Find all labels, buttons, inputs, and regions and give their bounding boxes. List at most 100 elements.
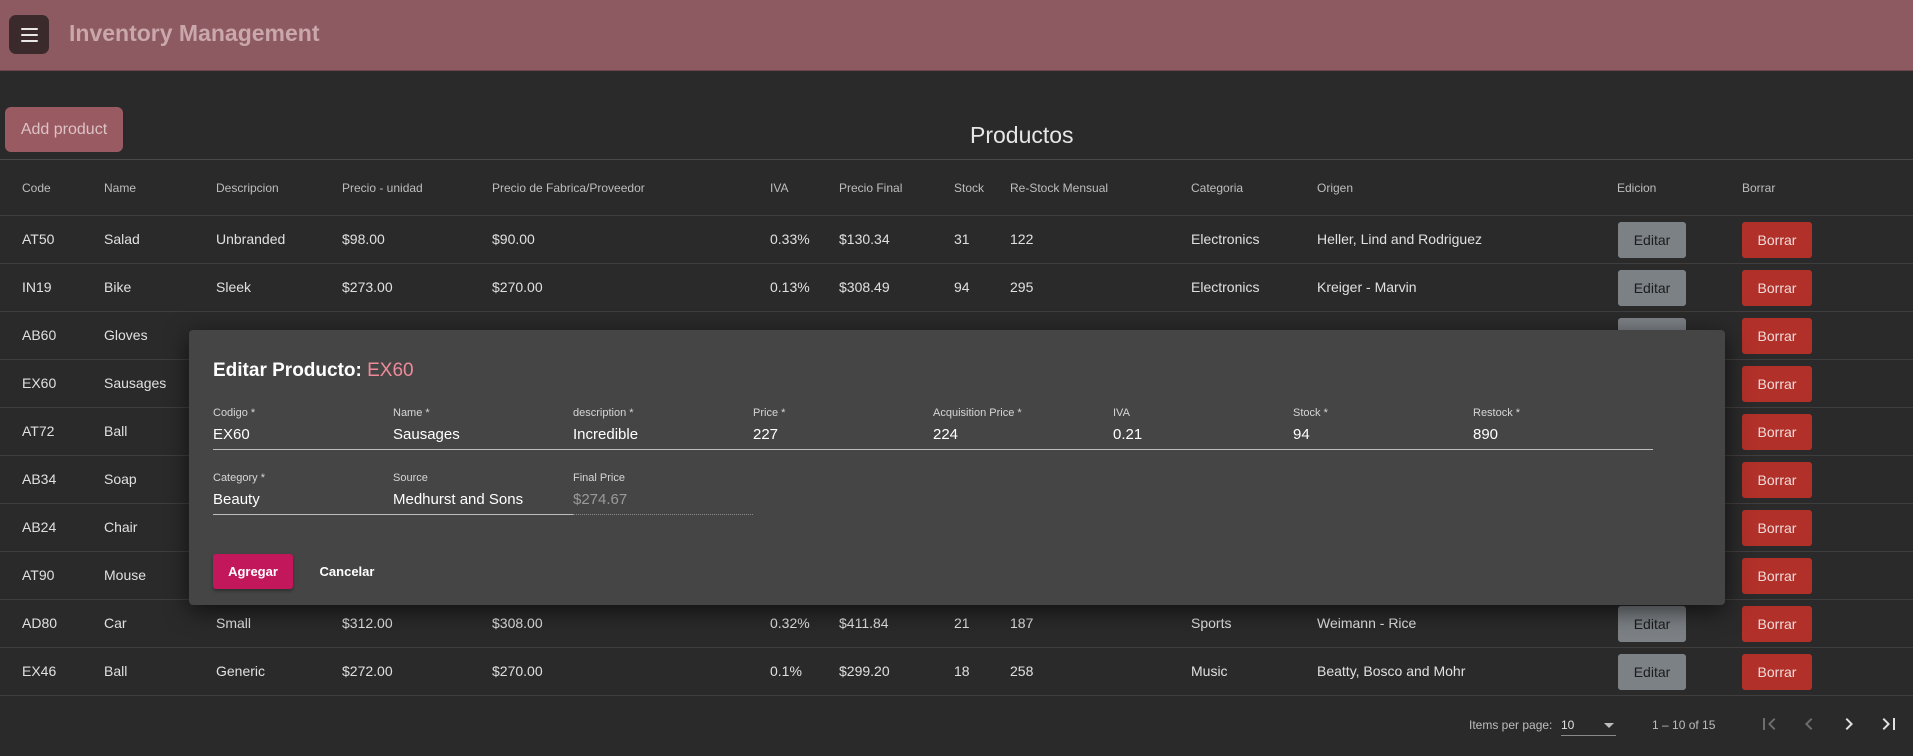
iva-underline [1113,449,1293,450]
cell-stock: 31 [954,231,970,247]
items-per-page-label: Items per page: [1469,718,1553,732]
price-label: Price * [753,407,786,419]
cell-origin: Beatty, Bosco and Mohr [1317,663,1466,679]
column-header-code[interactable]: Code [22,181,51,195]
stock-value: 94 [1293,426,1310,443]
final-price-label: Final Price [573,472,625,484]
codigo-value: EX60 [213,426,250,443]
delete-button[interactable]: Borrar [1742,558,1812,594]
add-product-button[interactable]: Add product [5,107,123,152]
column-header-delete: Borrar [1742,181,1776,195]
agregar-button[interactable]: Agregar [213,554,293,589]
column-header-iva[interactable]: IVA [770,181,788,195]
column-header-factory-price[interactable]: Precio de Fabrica/Proveedor [492,181,645,195]
price-field[interactable]: Price * 227 [753,407,933,457]
edit-product-dialog: Editar Producto: EX60 Codigo * EX60 Name… [189,330,1725,605]
delete-button[interactable]: Borrar [1742,414,1812,450]
codigo-label: Codigo * [213,407,256,419]
dropdown-arrow-icon [1604,723,1614,728]
cell-description: Generic [216,663,266,679]
name-field[interactable]: Name * Sausages [393,407,573,457]
delete-button[interactable]: Borrar [1742,366,1812,402]
cell-restock: 122 [1010,231,1034,247]
cell-name: Car [104,615,127,631]
cell-unit-price: $273.00 [342,279,393,295]
next-page-icon[interactable] [1837,712,1861,736]
description-field[interactable]: description * Incredible [573,407,753,457]
name-label: Name * [393,407,430,419]
codigo-underline [213,449,393,450]
delete-button[interactable]: Borrar [1742,270,1812,306]
edit-button[interactable]: Editar [1618,270,1686,306]
cell-unit-price: $312.00 [342,615,393,631]
delete-button[interactable]: Borrar [1742,606,1812,642]
previous-page-icon[interactable] [1797,712,1821,736]
description-underline [573,449,753,450]
cell-stock: 21 [954,615,970,631]
column-header-origin[interactable]: Origen [1317,181,1353,195]
acquisition-price-underline [933,449,1113,450]
column-header-category[interactable]: Categoria [1191,181,1243,195]
edit-button[interactable]: Editar [1618,606,1686,642]
column-header-final-price[interactable]: Precio Final [839,181,902,195]
acquisition-price-label: Acquisition Price * [933,407,1022,419]
stock-field[interactable]: Stock * 94 [1293,407,1473,457]
app-title: Inventory Management [69,20,320,46]
cell-stock: 18 [954,663,970,679]
restock-value: 890 [1473,426,1499,443]
cell-code: EX60 [22,375,57,391]
edit-button[interactable]: Editar [1618,222,1686,258]
delete-button[interactable]: Borrar [1742,462,1812,498]
cell-iva: 0.33% [770,231,810,247]
name-value: Sausages [393,426,460,443]
cell-description: Small [216,615,252,631]
cell-unit-price: $98.00 [342,231,385,247]
items-per-page-select[interactable]: 10 [1561,710,1616,736]
acquisition-price-field[interactable]: Acquisition Price * 224 [933,407,1113,457]
category-field[interactable]: Category * Beauty [213,472,393,522]
source-underline [393,514,573,515]
source-field[interactable]: Source Medhurst and Sons [393,472,573,522]
last-page-icon[interactable] [1877,712,1901,736]
dialog-title: Editar Producto: EX60 [213,360,414,382]
column-header-stock[interactable]: Stock [954,181,984,195]
cell-code: AT72 [22,423,55,439]
delete-button[interactable]: Borrar [1742,654,1812,690]
delete-button[interactable]: Borrar [1742,318,1812,354]
cell-final-price: $130.34 [839,231,890,247]
iva-value: 0.21 [1113,426,1143,443]
delete-button[interactable]: Borrar [1742,222,1812,258]
column-header-restock[interactable]: Re-Stock Mensual [1010,181,1108,195]
stock-underline [1293,449,1473,450]
cell-code: AB34 [22,471,57,487]
column-header-name[interactable]: Name [104,181,136,195]
cancelar-button[interactable]: Cancelar [307,554,387,589]
cell-name: Soap [104,471,137,487]
app-toolbar: Inventory Management [0,0,1913,71]
category-label: Category * [213,472,265,484]
cell-description: Unbranded [216,231,286,247]
cell-code: AB60 [22,327,57,343]
cell-code: IN19 [22,279,52,295]
restock-underline [1473,449,1653,450]
cell-description: Sleek [216,279,252,295]
delete-button[interactable]: Borrar [1742,510,1812,546]
price-value: 227 [753,426,779,443]
codigo-field[interactable]: Codigo * EX60 [213,407,393,457]
cell-restock: 258 [1010,663,1034,679]
restock-field[interactable]: Restock * 890 [1473,407,1653,457]
iva-field[interactable]: IVA 0.21 [1113,407,1293,457]
name-underline [393,449,573,450]
cell-unit-price: $272.00 [342,663,393,679]
column-header-description[interactable]: Descripcion [216,181,279,195]
cell-category: Electronics [1191,231,1260,247]
table-row: AT50 Salad Unbranded $98.00 $90.00 0.33% $130.… [0,216,1913,264]
cell-factory-price: $270.00 [492,663,543,679]
first-page-icon[interactable] [1757,712,1781,736]
cell-restock: 295 [1010,279,1034,295]
final-price-underline [573,514,753,515]
column-header-unit-price[interactable]: Precio - unidad [342,181,423,195]
edit-button[interactable]: Editar [1618,654,1686,690]
menu-icon[interactable] [9,15,49,54]
cell-factory-price: $270.00 [492,279,543,295]
